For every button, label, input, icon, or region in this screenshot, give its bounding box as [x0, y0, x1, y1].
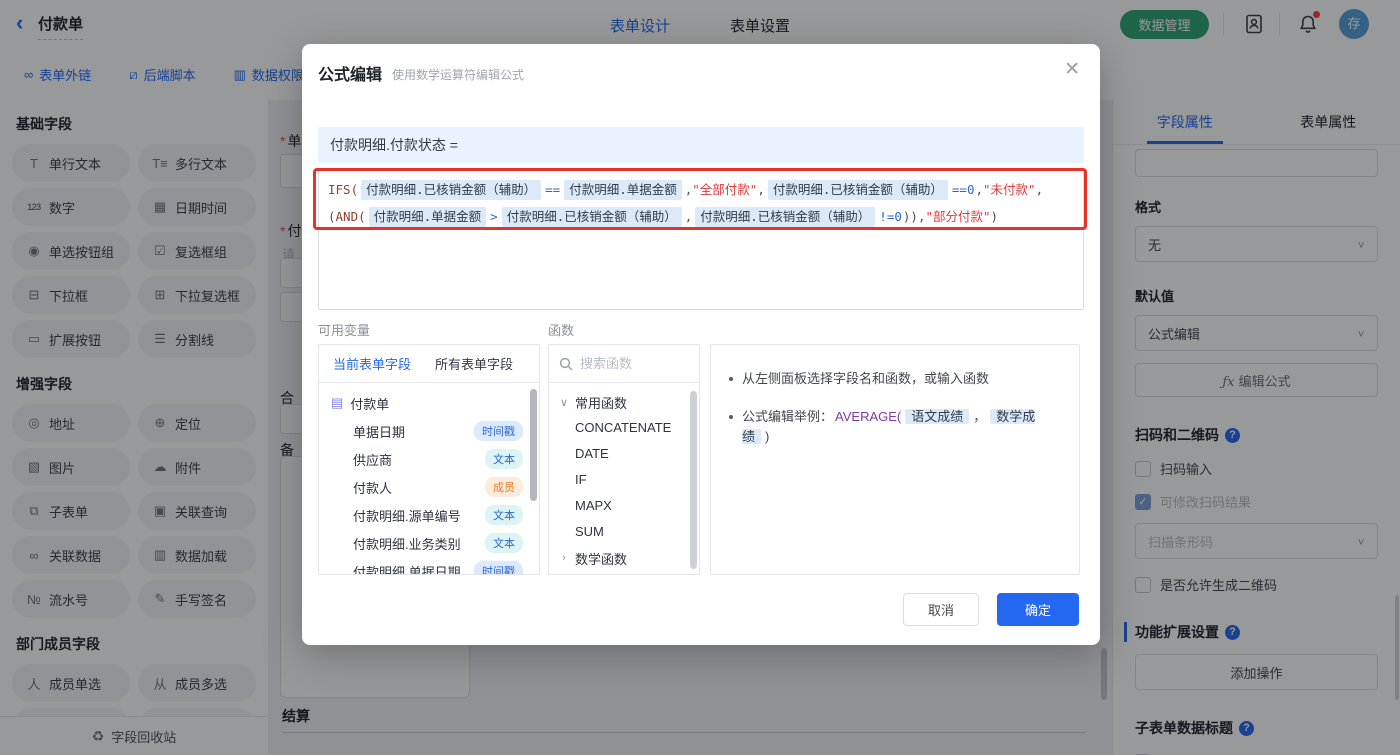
- document-icon: ▤: [331, 395, 344, 410]
- variables-label: 可用变量: [318, 323, 371, 338]
- function-DATE[interactable]: DATE: [549, 441, 699, 467]
- formula-token-str: "未付款": [983, 182, 1036, 197]
- variable-item-供应商[interactable]: 供应商 文本: [319, 445, 539, 473]
- help-tip: 从左侧面板选择字段名和函数，或输入函数: [729, 369, 1061, 389]
- formula-token-pl: ): [990, 209, 999, 224]
- formula-token-pl: (: [328, 209, 336, 224]
- confirm-button[interactable]: 确定: [997, 593, 1079, 626]
- function-tree: ∨常用函数CONCATENATEDATEIFMAPXSUM›数学函数›文本函数: [549, 383, 699, 574]
- function-IF[interactable]: IF: [549, 467, 699, 493]
- help-panel: 从左侧面板选择字段名和函数，或输入函数 公式编辑举例： AVERAGE(语文成绩，…: [710, 344, 1080, 575]
- formula-token-pl: )): [902, 209, 918, 224]
- variable-item-付款人[interactable]: 付款人 成员: [319, 473, 539, 501]
- scrollbar[interactable]: [690, 391, 697, 569]
- function-group-文本函数[interactable]: ›文本函数: [549, 571, 699, 574]
- field-type-badge: 成员: [485, 477, 523, 497]
- formula-token-fn: IFS(: [328, 182, 359, 197]
- formula-token-pl: ,: [975, 182, 983, 197]
- function-MAPX[interactable]: MAPX: [549, 493, 699, 519]
- function-group-数学函数[interactable]: › 数学函数: [549, 545, 699, 571]
- bullet-icon: [729, 415, 733, 419]
- function-SUM[interactable]: SUM: [549, 519, 699, 545]
- formula-token-str: "部分付款": [925, 209, 991, 224]
- formula-editor-modal: 公式编辑 使用数学运算符编辑公式 付款明细.付款状态 = IFS(付款明细.已核…: [302, 44, 1100, 645]
- formula-token-field: 付款明细.已核销金额（辅助）: [767, 180, 948, 200]
- formula-token-pl: ,: [684, 209, 693, 224]
- formula-token-op: !=0: [879, 209, 902, 224]
- formula-token-field: 付款明细.单据金额: [564, 180, 682, 200]
- bullet-icon: [729, 377, 733, 381]
- field-type-badge: 文本: [485, 505, 523, 525]
- field-type-badge: 文本: [485, 533, 523, 553]
- variables-panel: 当前表单字段 所有表单字段 ▤ 付款单 单据日期 时间戳 供应商 文本 付款人 成员 付款明细.…: [318, 344, 540, 575]
- close-icon[interactable]: [1064, 58, 1080, 81]
- variable-list: ▤ 付款单 单据日期 时间戳 供应商 文本 付款人 成员 付款明细.源单编号 文本 付款明细.业务类…: [319, 383, 539, 574]
- function-search[interactable]: [549, 345, 699, 383]
- formula-token-op: >: [490, 209, 498, 224]
- function-group-常用函数[interactable]: ∨ 常用函数: [549, 389, 699, 415]
- chevron-right-icon: ›: [562, 552, 566, 564]
- formula-target: 付款明细.付款状态 =: [318, 127, 1084, 163]
- cancel-button[interactable]: 取消: [903, 593, 979, 626]
- formula-token-op: ==: [545, 182, 561, 197]
- modal-subtitle: 使用数学运算符编辑公式: [392, 68, 525, 82]
- search-icon: [559, 357, 573, 371]
- formula-line2: (AND(付款明细.单据金额 > 付款明细.已核销金额（辅助）, 付款明细.已核销金额…: [328, 203, 1074, 230]
- formula-line1: IFS(付款明细.已核销金额（辅助） == 付款明细.单据金额 ,"全部付款", 付款明…: [328, 176, 1074, 203]
- formula-token-field: 付款明细.单据金额: [368, 207, 487, 227]
- field-type-badge: 时间戳: [474, 421, 523, 441]
- function-CONCATENATE[interactable]: CONCATENATE: [549, 415, 699, 441]
- formula-token-field: 付款明细.已核销金额（辅助）: [695, 207, 876, 227]
- formula-token-str: "全部付款": [692, 182, 758, 197]
- field-type-badge: 文本: [485, 449, 523, 469]
- help-example: 公式编辑举例： AVERAGE(语文成绩，数学成绩): [729, 407, 1061, 447]
- variable-item-付款明细.单据日期[interactable]: 付款明细.单据日期 时间戳: [319, 557, 539, 574]
- variable-item-付款单[interactable]: ▤ 付款单: [319, 389, 539, 417]
- formula-token-pl: ,: [757, 182, 765, 197]
- formula-token-fn: AND(: [335, 209, 366, 224]
- function-search-input[interactable]: [580, 356, 680, 371]
- tab-all-form-fields[interactable]: 所有表单字段: [435, 354, 513, 373]
- variable-item-付款明细.业务类别[interactable]: 付款明细.业务类别 文本: [319, 529, 539, 557]
- formula-token-op: ==0: [951, 182, 975, 197]
- formula-editor-area[interactable]: IFS(付款明细.已核销金额（辅助） == 付款明细.单据金额 ,"全部付款", 付款明…: [318, 170, 1084, 310]
- functions-label: 函数: [548, 323, 575, 338]
- scrollbar[interactable]: [530, 389, 537, 501]
- modal-title: 公式编辑: [318, 67, 383, 84]
- tab-current-form-fields[interactable]: 当前表单字段: [333, 354, 411, 373]
- chevron-down-icon: ∨: [559, 396, 569, 409]
- variable-item-付款明细.源单编号[interactable]: 付款明细.源单编号 文本: [319, 501, 539, 529]
- formula-token-pl: ,: [1035, 182, 1044, 197]
- functions-panel: ∨常用函数CONCATENATEDATEIFMAPXSUM›数学函数›文本函数: [548, 344, 700, 575]
- formula-token-field: 付款明细.已核销金额（辅助）: [361, 180, 542, 200]
- field-type-badge: 时间戳: [474, 561, 523, 574]
- formula-token-field: 付款明细.已核销金额（辅助）: [501, 207, 682, 227]
- variable-item-单据日期[interactable]: 单据日期 时间戳: [319, 417, 539, 445]
